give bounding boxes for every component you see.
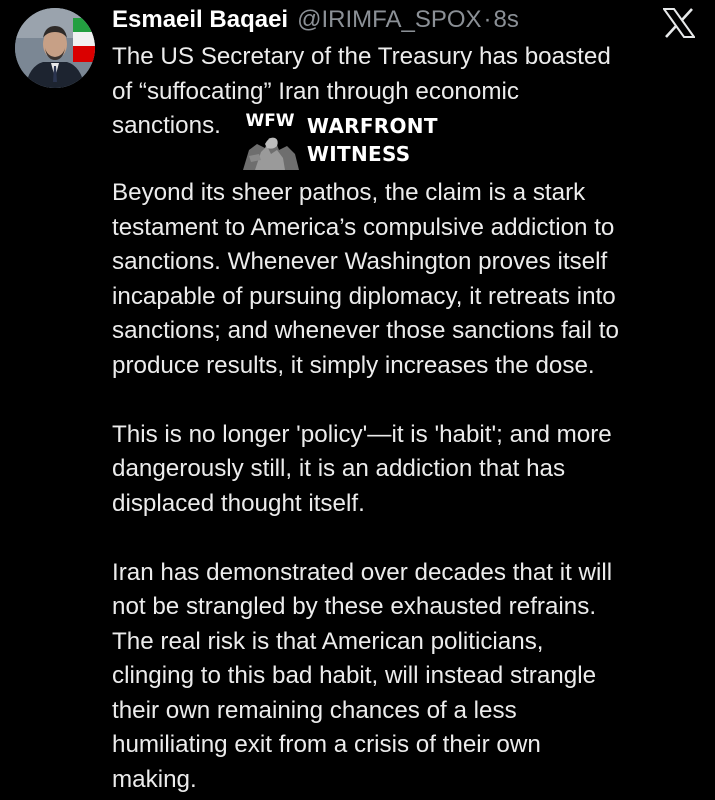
- watermark-line1: WARFRONT: [306, 114, 438, 138]
- text-line: displaced thought itself.: [112, 489, 365, 517]
- user-handle[interactable]: @IRIMFA_SPOX: [297, 6, 481, 34]
- text-line: This is no longer 'policy'—it is 'habit'…: [112, 420, 612, 448]
- paragraph: This is no longer 'policy'—it is 'habit'…: [112, 418, 708, 522]
- paragraph: Beyond its sheer pathos, the claim is a …: [112, 176, 708, 383]
- text-line: Beyond its sheer pathos, the claim is a …: [112, 179, 586, 206]
- profile-photo: [15, 8, 95, 88]
- text-line: their own remaining chances of a less: [112, 696, 517, 724]
- paragraph: Iran has demonstrated over decades that …: [112, 556, 708, 798]
- text-line: making.: [112, 765, 197, 793]
- avatar[interactable]: [15, 8, 95, 88]
- x-logo-icon[interactable]: [662, 8, 696, 38]
- tweet-body: The US Secretary of the Treasury has boa…: [112, 40, 708, 797]
- watermark: WFW WARFRONT WITNESS: [235, 109, 438, 171]
- text-line: sanctions; and whenever those sanctions …: [112, 317, 619, 344]
- intro-paragraph: The US Secretary of the Treasury has boa…: [112, 40, 708, 109]
- text-line: humiliating exit from a crisis of their …: [112, 731, 541, 758]
- text-line: The real risk is that American politicia…: [112, 627, 544, 655]
- text-line: sanctions. Whenever Washington proves it…: [112, 248, 608, 275]
- text-line: produce results, it simply increases the…: [112, 351, 595, 379]
- sanctions-line: sanctions. WFW WARFRONT WITNESS: [112, 109, 708, 176]
- post-time[interactable]: 8s: [494, 6, 519, 34]
- tweet-header: Esmaeil Baqaei @IRIMFA_SPOX · 8s: [112, 6, 519, 36]
- separator-dot: ·: [483, 6, 492, 33]
- text-line: not be strangled by these exhausted refr…: [112, 593, 597, 620]
- watermark-line2: WITNESS: [306, 142, 411, 166]
- text-line: The US Secretary of the Treasury has boa…: [112, 43, 611, 70]
- text-line: dangerously still, it is an addiction th…: [112, 455, 566, 482]
- text-line: sanctions.: [112, 112, 221, 139]
- watermark-logo-icon: WFW: [235, 110, 305, 170]
- text-line: testament to America’s compulsive addict…: [112, 213, 615, 241]
- text-line: of “suffocating” Iran through economic: [112, 77, 519, 105]
- text-line: clinging to this bad habit, will instead…: [112, 662, 597, 689]
- watermark-logo-text: WFW: [245, 111, 294, 131]
- text-line: Iran has demonstrated over decades that …: [112, 558, 613, 586]
- watermark-text: WARFRONT WITNESS: [307, 112, 438, 168]
- display-name[interactable]: Esmaeil Baqaei: [112, 6, 288, 34]
- text-line: incapable of pursuing diplomacy, it retr…: [112, 282, 616, 310]
